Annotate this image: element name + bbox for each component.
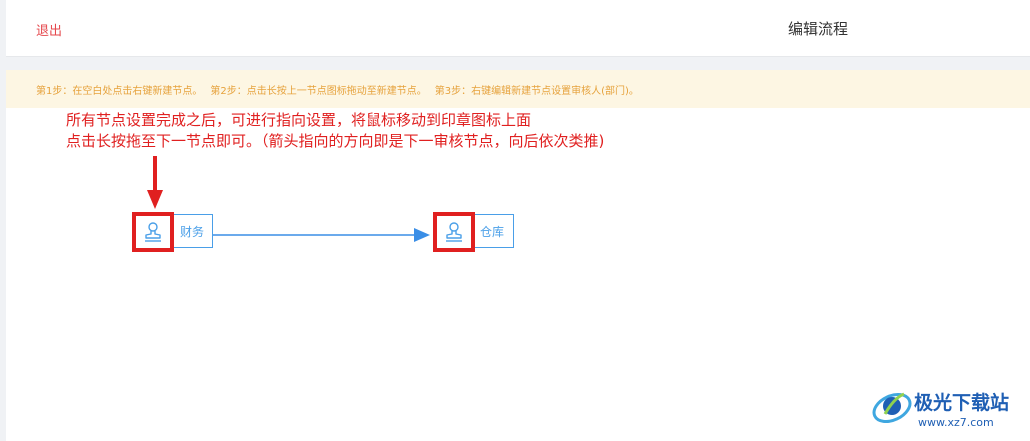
watermark: 极光下载站 www.xz7.com: [868, 378, 1030, 438]
top-bar: 退出 编辑流程: [6, 0, 1030, 57]
watermark-brand: 极光下载站: [914, 392, 1010, 414]
stamp-icon: [446, 222, 462, 242]
brand-logo-icon: [872, 392, 912, 424]
node-stamp-handle[interactable]: [433, 212, 475, 252]
annotation-pointer-arrow: [147, 156, 163, 209]
exit-button[interactable]: 退出: [36, 20, 62, 39]
flow-connector-arrow[interactable]: [213, 228, 430, 242]
stamp-icon: [145, 222, 161, 242]
watermark-url: www.xz7.com: [918, 416, 994, 429]
flow-editor-page: 退出 编辑流程 第1步：在空白处点击右键新建节点。 第2步：点击长按上一节点图标…: [0, 0, 1030, 441]
page-title: 编辑流程: [788, 20, 849, 38]
node-stamp-handle[interactable]: [132, 212, 174, 252]
node-label: 财务: [180, 225, 205, 239]
node-label: 仓库: [480, 225, 505, 239]
